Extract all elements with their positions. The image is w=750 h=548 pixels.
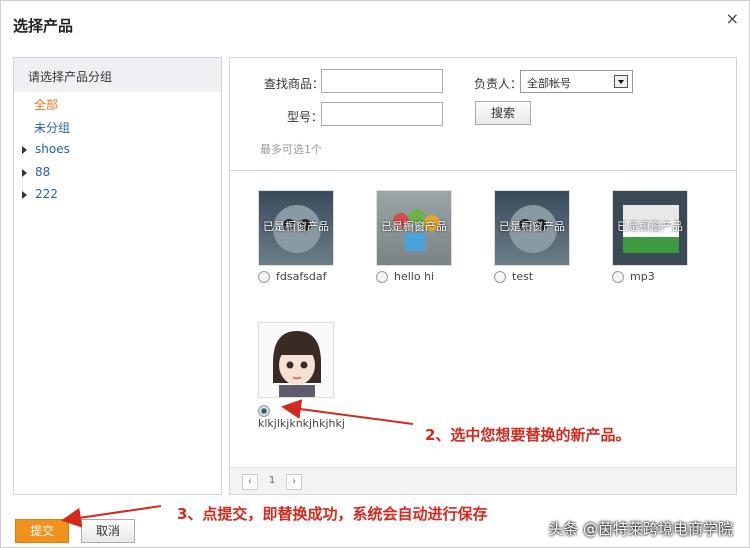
expand-triangle-icon[interactable] <box>22 145 27 154</box>
close-icon[interactable]: × <box>726 9 739 28</box>
selection-hint: 最多可选1个 <box>260 143 322 156</box>
product-radio[interactable] <box>258 405 270 417</box>
expand-triangle-icon[interactable] <box>22 168 27 177</box>
sidebar-item-label: shoes <box>35 142 70 156</box>
product-thumbnail[interactable] <box>258 322 334 398</box>
search-button[interactable]: 搜索 <box>475 101 531 125</box>
product-thumbnail[interactable]: 已是橱窗产品 <box>376 190 452 266</box>
showcase-overlay: 已是橱窗产品 <box>617 220 683 233</box>
arrow-to-submit <box>61 505 162 528</box>
showcase-overlay: 已是橱窗产品 <box>263 220 329 233</box>
product-card[interactable]: 已是橱窗产品 test <box>494 190 586 283</box>
product-card[interactable]: klkjlkjknkjhkjhkj <box>258 322 378 430</box>
product-name-text: klkjlkjknkjhkjhkj <box>258 417 345 430</box>
product-search-label: 查找商品： <box>264 77 325 91</box>
product-radio[interactable] <box>494 271 506 283</box>
sidebar-item-label: 222 <box>35 187 58 201</box>
product-radio[interactable] <box>258 271 270 283</box>
model-label: 型号： <box>287 110 324 124</box>
product-card[interactable]: 已是橱窗产品 hello hi <box>376 190 468 283</box>
dialog-title: 选择产品 <box>13 17 74 35</box>
model-input[interactable] <box>321 102 443 126</box>
product-grid: 已是橱窗产品 fdsafsdaf 已是橱窗产品 hello hi 已是橱窗产品 … <box>230 172 736 464</box>
showcase-overlay: 已是橱窗产品 <box>381 220 447 233</box>
cancel-button[interactable]: 取消 <box>81 519 135 543</box>
product-name: hello hi <box>376 270 468 283</box>
product-thumbnail[interactable]: 已是橱窗产品 <box>258 190 334 266</box>
filter-area: 查找商品： 负责人： 全部帐号 型号： 搜索 最多可选1个 <box>230 58 736 171</box>
product-name-text: mp3 <box>630 270 655 283</box>
product-radio[interactable] <box>376 271 388 283</box>
product-search-input[interactable] <box>321 69 443 93</box>
sidebar-item-ungrouped[interactable]: 未分组 <box>34 119 70 136</box>
product-image <box>273 331 321 397</box>
product-name-text: fdsafsdaf <box>276 270 327 283</box>
owner-select-value: 全部帐号 <box>527 77 571 90</box>
product-name: mp3 <box>612 270 704 283</box>
sidebar-item-label: 88 <box>35 165 51 179</box>
owner-select[interactable]: 全部帐号 <box>520 70 633 93</box>
pagination: ‹ 1 › <box>230 467 736 494</box>
group-sidebar: 请选择产品分组 全部 未分组 shoes 88 222 <box>13 57 222 495</box>
product-name-text: hello hi <box>394 270 435 283</box>
sidebar-item-all[interactable]: 全部 <box>34 96 58 113</box>
showcase-overlay: 已是橱窗产品 <box>499 220 565 233</box>
product-card[interactable]: 已是橱窗产品 mp3 <box>612 190 704 283</box>
product-thumbnail[interactable]: 已是橱窗产品 <box>494 190 570 266</box>
product-name-text: test <box>512 270 534 283</box>
prev-page-button[interactable]: ‹ <box>242 474 258 490</box>
watermark: 头条 @茵特莱跨境电商学院 <box>548 520 733 538</box>
annotation-step2: 2、选中您想要替换的新产品。 <box>425 426 631 444</box>
product-radio-row <box>258 404 378 417</box>
product-name: fdsafsdaf <box>258 270 350 283</box>
sidebar-header: 请选择产品分组 <box>14 58 221 92</box>
sidebar-item-shoes[interactable]: shoes <box>22 142 70 156</box>
dropdown-arrow-icon[interactable] <box>614 75 628 88</box>
product-radio[interactable] <box>612 271 624 283</box>
submit-button[interactable]: 提交 <box>15 519 69 543</box>
product-card[interactable]: 已是橱窗产品 fdsafsdaf <box>258 190 350 283</box>
product-name: test <box>494 270 586 283</box>
sidebar-item-88[interactable]: 88 <box>22 165 50 179</box>
product-thumbnail[interactable]: 已是橱窗产品 <box>612 190 688 266</box>
expand-triangle-icon[interactable] <box>22 190 27 199</box>
current-page[interactable]: 1 <box>264 474 280 490</box>
sidebar-item-222[interactable]: 222 <box>22 187 58 201</box>
annotation-step3: 3、点提交，即替换成功，系统会自动进行保存 <box>177 505 488 523</box>
next-page-button[interactable]: › <box>286 474 302 490</box>
owner-label: 负责人： <box>474 77 523 91</box>
select-product-dialog: 选择产品 × 请选择产品分组 全部 未分组 shoes 88 222 查找商品：… <box>0 0 750 548</box>
